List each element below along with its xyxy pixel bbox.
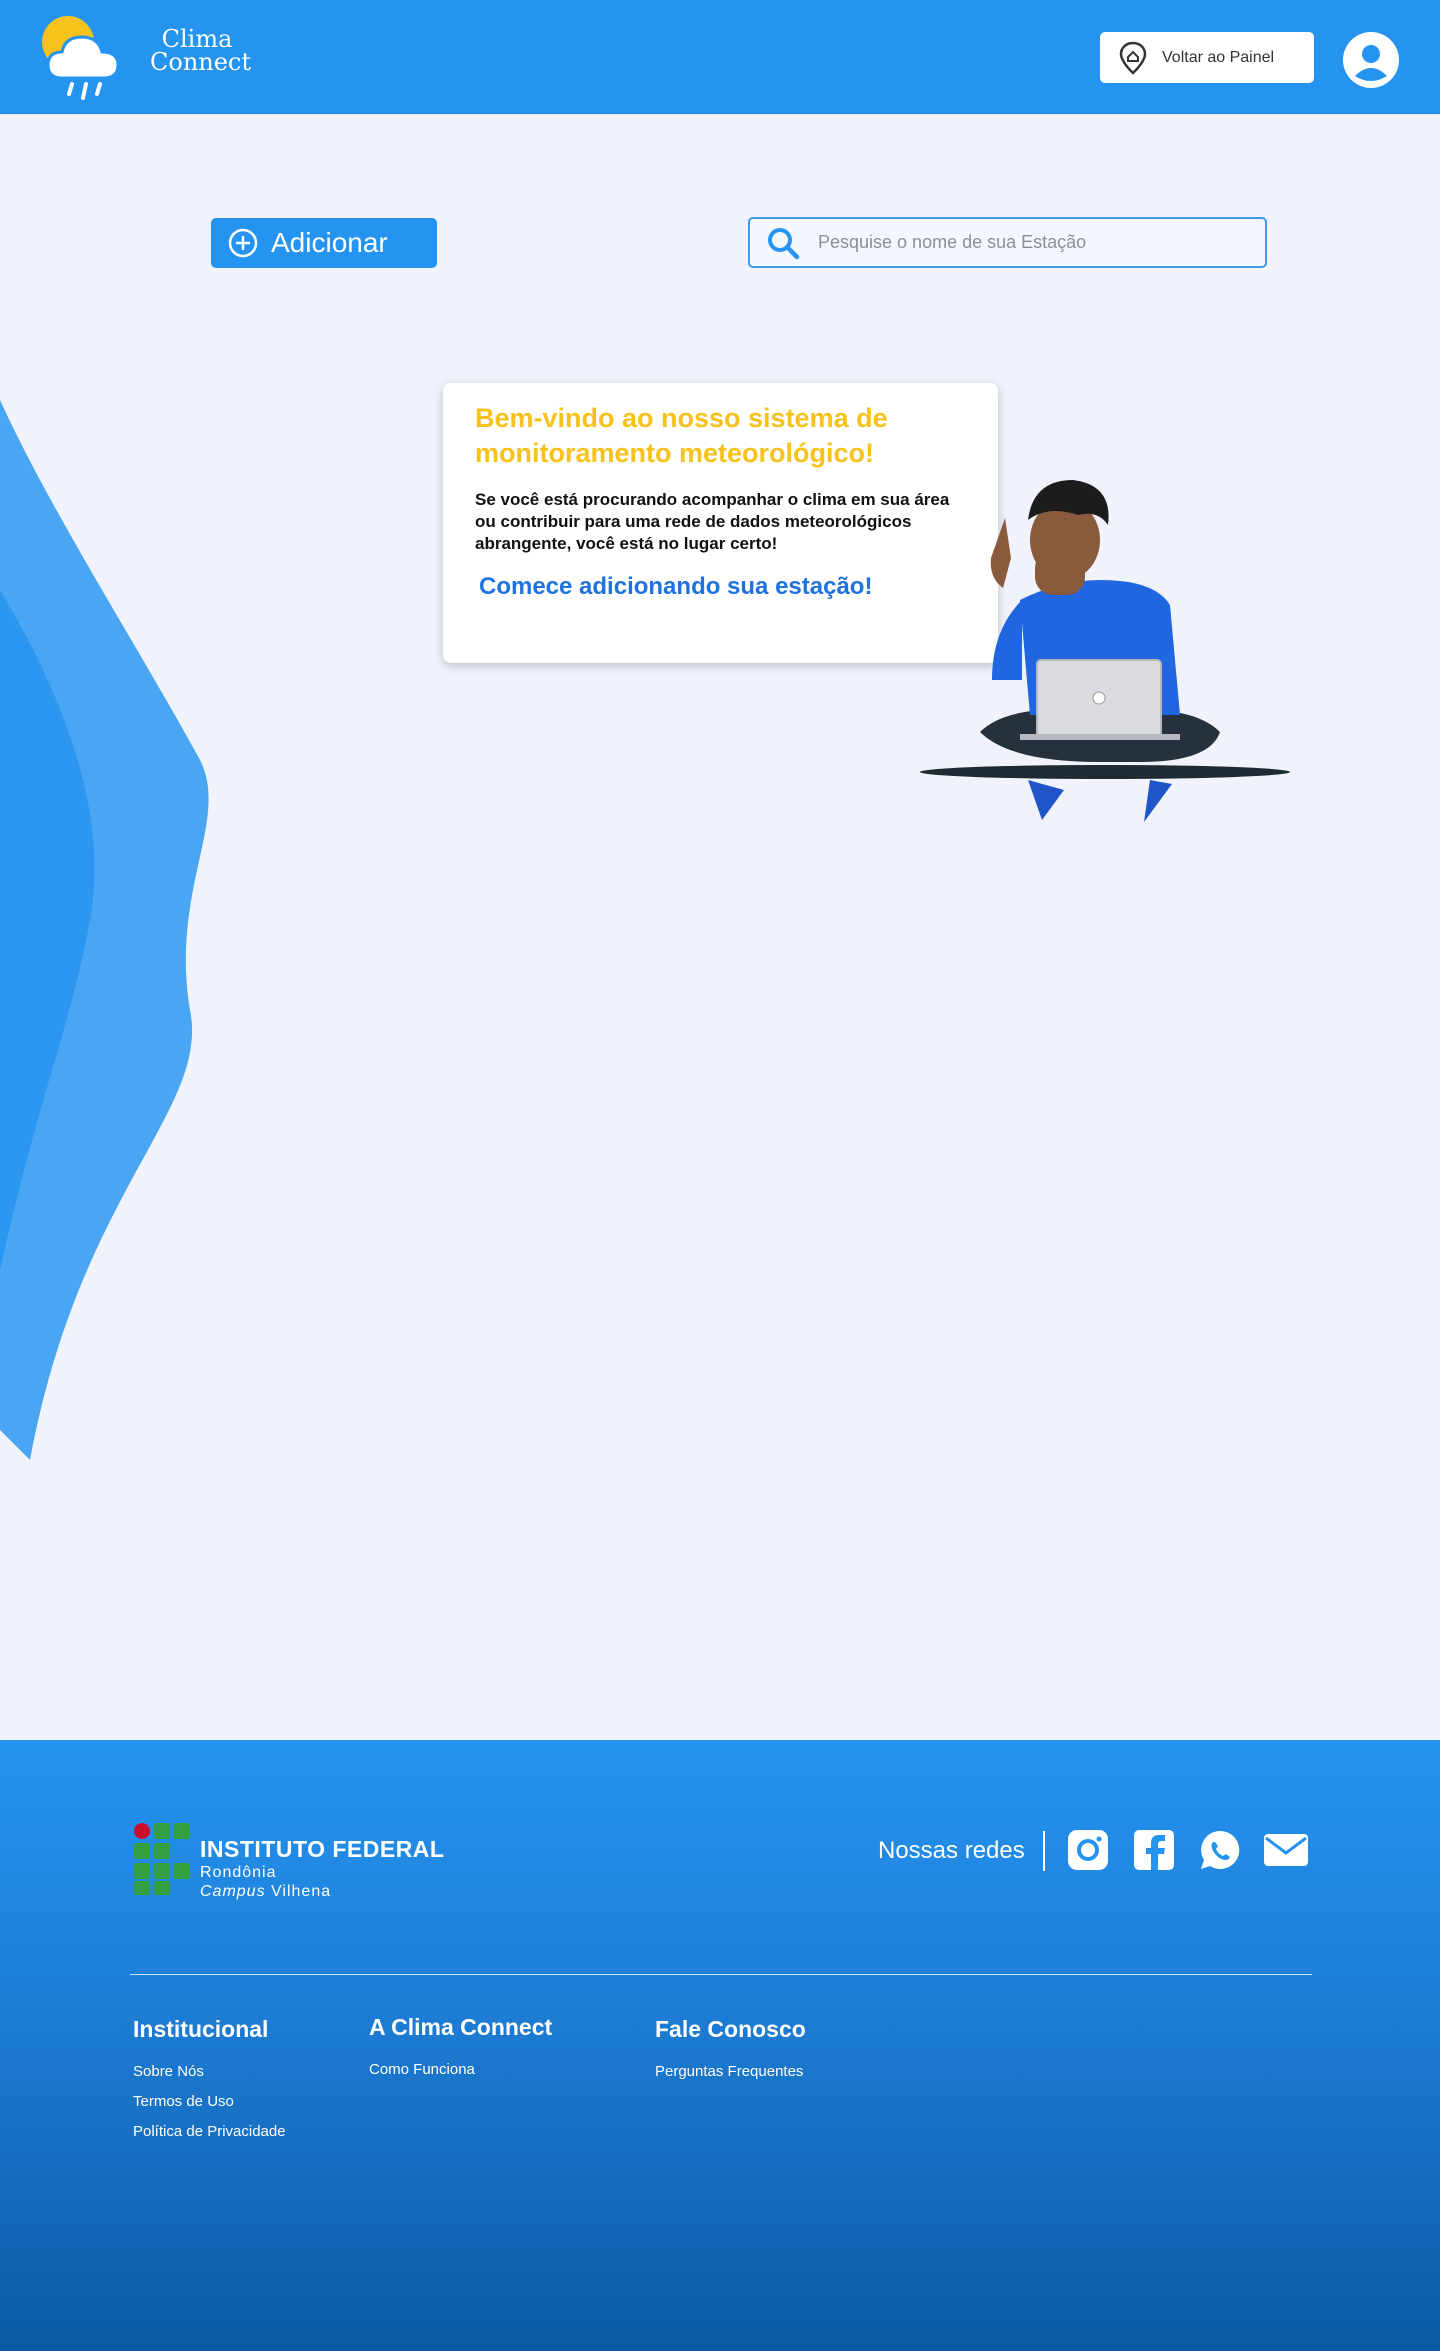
user-avatar-icon[interactable] [1343, 32, 1399, 88]
footer-column-title: Fale Conosco [655, 2016, 806, 2042]
footer-link-sobre-nos[interactable]: Sobre Nós [133, 2057, 286, 2087]
brand-line2: Connect [150, 48, 252, 76]
brand-name: Clima Connect [150, 27, 252, 76]
facebook-icon[interactable] [1132, 1830, 1176, 1870]
station-search-box[interactable] [748, 217, 1267, 268]
welcome-title: Bem-vindo ao nosso sistema de monitorame… [475, 403, 888, 468]
footer-link-politica-de-privacidade[interactable]: Política de Privacidade [133, 2117, 286, 2147]
institution-name: INSTITUTO FEDERAL Rondônia Campus Vilhen… [200, 1836, 444, 1901]
add-station-label: Adicionar [271, 227, 388, 258]
footer-column-fale-conosco: Fale Conosco Perguntas Frequentes [655, 2016, 806, 2087]
back-to-dashboard-label: Voltar ao Painel [1162, 48, 1275, 66]
footer-column-institucional: Institucional Sobre Nós Termos de Uso Po… [133, 2016, 286, 2147]
footer-column-title: A Clima Connect [369, 2014, 553, 2040]
instituto-federal-logo-icon [134, 1823, 190, 1895]
footer-column-clima-connect: A Clima Connect Como Funciona [369, 2014, 552, 2085]
instagram-icon[interactable] [1066, 1830, 1110, 1870]
institution-state: Rondônia [200, 1864, 277, 1881]
top-header: Clima Connect Voltar ao Painel [0, 0, 1440, 114]
station-search-input[interactable] [818, 232, 1218, 253]
logo-weather-icon [42, 16, 120, 100]
footer-link-como-funciona[interactable]: Como Funciona [369, 2055, 552, 2085]
back-to-dashboard-button[interactable]: Voltar ao Painel [1100, 32, 1314, 83]
campus-word: Campus [200, 1883, 266, 1900]
campus-city: Vilhena [265, 1883, 332, 1900]
footer-column-title: Institucional [133, 2016, 269, 2042]
institution-title: INSTITUTO FEDERAL [200, 1836, 445, 1862]
social-label: Nossas redes [878, 1837, 1025, 1864]
footer-link-termos-de-uso[interactable]: Termos de Uso [133, 2087, 286, 2117]
search-icon [768, 227, 800, 259]
email-icon[interactable] [1264, 1830, 1308, 1870]
welcome-text: Se você está procurando acompanhar o cli… [475, 490, 950, 553]
footer-divider [130, 1974, 1312, 1975]
institution-campus: Campus Vilhena [200, 1882, 444, 1901]
footer-link-perguntas-frequentes[interactable]: Perguntas Frequentes [655, 2057, 806, 2087]
footer: INSTITUTO FEDERAL Rondônia Campus Vilhen… [0, 1740, 1440, 2351]
whatsapp-icon[interactable] [1198, 1830, 1242, 1870]
person-with-laptop-illustration [920, 480, 1290, 822]
add-station-button[interactable]: Adicionar [211, 218, 437, 268]
plus-circle-icon [228, 228, 258, 258]
location-pin-icon [1119, 41, 1147, 75]
decorative-wave [0, 400, 209, 1460]
welcome-cta: Comece adicionando sua estação! [479, 573, 873, 600]
social-divider [1043, 1831, 1045, 1871]
